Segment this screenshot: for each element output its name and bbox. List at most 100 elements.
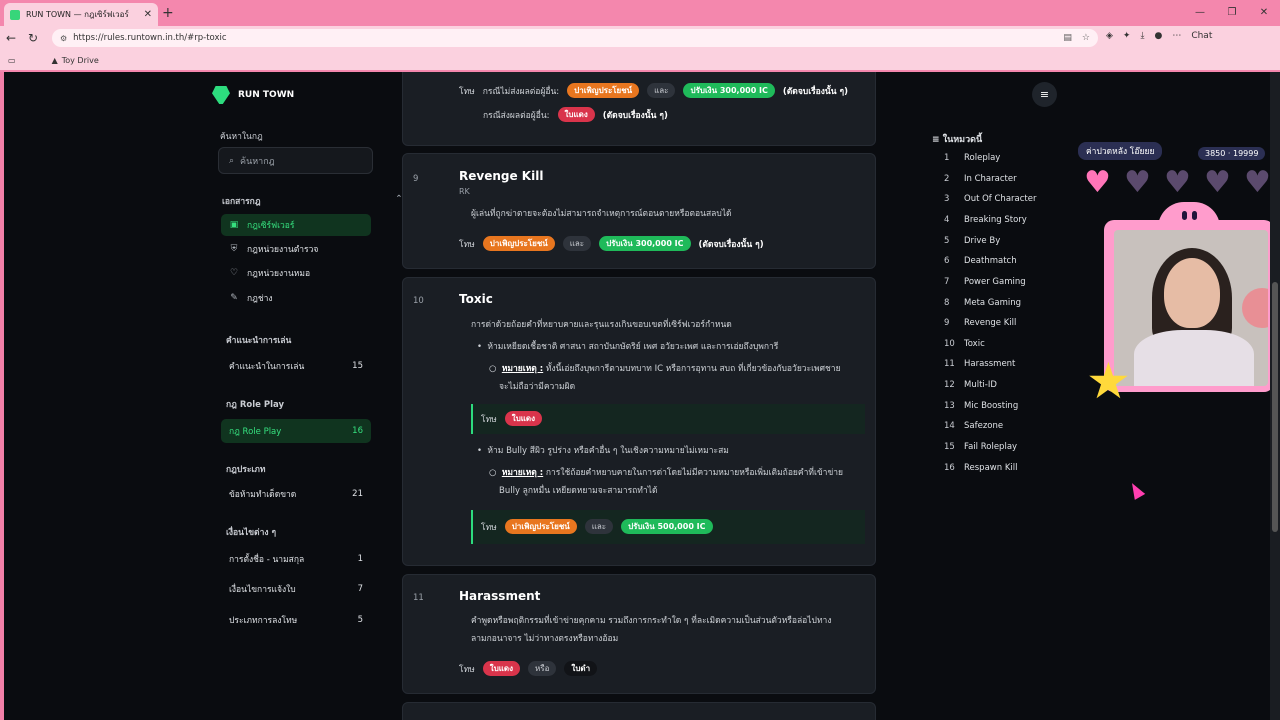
menu-dots-icon[interactable]: ⋯ <box>1172 31 1181 41</box>
toc-item[interactable]: 4 Breaking Story <box>944 215 1027 225</box>
profile-icon[interactable]: ● <box>1154 31 1162 41</box>
site-info-icon[interactable]: ⚙ <box>60 34 67 43</box>
toc-item[interactable]: 3 Out Of Character <box>944 194 1036 204</box>
address-bar[interactable]: ⚙ https://rules.runtown.in.th/#rp-toxic … <box>52 29 1098 47</box>
toc-item[interactable]: 6 Deathmatch <box>944 256 1017 266</box>
book-icon: ▣ <box>229 220 239 230</box>
toc-item[interactable]: 12 Multi-ID <box>944 380 997 390</box>
downloads-icon[interactable]: ⤓ <box>1140 31 1144 41</box>
doc-section-title: เอกสารกฎ <box>222 197 261 207</box>
sidebar-item-mechanic-rules[interactable]: ✎ กฎช่าง <box>221 287 371 309</box>
overlay-score: 3850 · 19999 <box>1198 147 1266 160</box>
note-text-cont: จะไม่ถือว่ามีความผิด <box>499 382 576 392</box>
count-badge: 21 <box>352 489 363 499</box>
bookmark-star-icon[interactable]: ☆ <box>1082 33 1090 43</box>
toc-label: Roleplay <box>964 153 1001 163</box>
star-icon: ★ <box>1086 352 1131 410</box>
toc-number: 15 <box>944 442 955 452</box>
note-text-cont: Bully ลูกหมื่น เหยียดหยามจะสามารถทำได้ <box>499 486 658 496</box>
minimize-icon[interactable]: — <box>1184 0 1216 24</box>
doc-section-header[interactable]: เอกสารกฎ ⌃ <box>222 194 403 208</box>
tab-search-icon[interactable]: ▭ <box>8 56 16 65</box>
note-item: ○ หมายเหตุ : ทั้งนี้เอ่ยถึงบุพการีตามบทบ… <box>489 364 841 374</box>
toc-label: Respawn Kill <box>964 463 1018 473</box>
sidebar-item-medic-rules[interactable]: ♡ กฎหน่วยงานหมอ <box>221 262 371 284</box>
close-tab-icon[interactable]: ✕ <box>144 9 152 20</box>
wrench-icon: ✎ <box>230 293 238 303</box>
note-text: ทั้งนี้เอ่ยถึงบุพการีตามบทบาท IC หรือการ… <box>545 364 841 374</box>
penalty-pill: ใบแดง <box>557 107 595 122</box>
rule-card-toxic: 10 Toxic การด่าด้วยถ้อยคำที่หยาบคายและรุ… <box>402 277 876 566</box>
logo-icon <box>212 86 230 104</box>
toc-item[interactable]: 14 Safezone <box>944 421 1003 431</box>
sidebar-item-server-rules[interactable]: ▣ กฎเซิร์ฟเวอร์ <box>221 214 371 236</box>
reload-icon[interactable]: ↻ <box>22 31 44 45</box>
toc-item[interactable]: 1 Roleplay <box>944 153 1000 163</box>
browser-tab[interactable]: RUN TOWN — กฎเซิร์ฟเวอร์ ✕ <box>4 3 158 26</box>
chat-button[interactable]: Chat <box>1191 31 1212 41</box>
sidebar-item-report-conditions[interactable]: เงื่อนไขการแจ้งใบ 7 <box>221 578 371 600</box>
toc-item[interactable]: 16 Respawn Kill <box>944 463 1018 473</box>
toc-number: 8 <box>944 298 950 308</box>
close-window-icon[interactable]: ✕ <box>1248 0 1280 24</box>
connector-pill: และ <box>647 83 676 98</box>
toc-item[interactable]: 2 In Character <box>944 174 1017 184</box>
penalty-box: โทษ ปาเพิญประโยชน์ และ ปรับเงิน 500,000 … <box>471 510 865 544</box>
toc-item[interactable]: 13 Mic Boosting <box>944 401 1018 411</box>
toc-label: Drive By <box>964 236 1001 246</box>
sidebar-item-label: การตั้งชื่อ - นามสกุล <box>229 555 305 565</box>
extension-icon[interactable]: ◈ <box>1106 31 1113 41</box>
sidebar-item-police-rules[interactable]: ⛨ กฎหน่วยงานตำรวจ <box>221 238 371 260</box>
penalty-pill: ปรับเงิน 500,000 IC <box>621 519 713 534</box>
menu-toggle-button[interactable]: ≡ <box>1032 82 1057 107</box>
sidebar-item-roleplay[interactable]: กฎ Role Play 16 <box>221 419 371 443</box>
bookmark-item[interactable]: ▲ Toy Drive <box>52 56 99 65</box>
scrollbar-thumb[interactable] <box>1272 282 1278 532</box>
penalty-pill: ปาเพิญประโยชน์ <box>567 83 640 98</box>
toc-number: 5 <box>944 236 950 246</box>
rule-card-harassment: 11 Harassment คำพูดหรือพฤติกรรมที่เข้าข่… <box>402 574 876 694</box>
toc-item[interactable]: 9 Revenge Kill <box>944 318 1016 328</box>
brand[interactable]: RUN TOWN <box>212 86 294 104</box>
heart-filled-icon: ♥ <box>1084 165 1111 200</box>
toc-item[interactable]: 5 Drive By <box>944 236 1000 246</box>
toc-item[interactable]: 10 Toxic <box>944 339 985 349</box>
penalty-label: โทษ <box>481 414 497 425</box>
penalty-row: โทษ ใบแดง หรือ ใบดำ <box>459 661 598 676</box>
new-tab-button[interactable]: + <box>162 5 174 21</box>
tab-bar: RUN TOWN — กฎเซิร์ฟเวอร์ ✕ + — ❐ ✕ <box>0 0 1280 26</box>
connector-pill: หรือ <box>528 661 557 676</box>
count-badge: 5 <box>357 615 363 625</box>
favicon-icon <box>10 9 20 20</box>
penalty-row: โทษ กรณีไม่ส่งผลต่อผู้อื่น: ปาเพิญประโยช… <box>459 83 848 98</box>
maximize-icon[interactable]: ❐ <box>1216 0 1248 24</box>
eye-icon <box>1192 211 1197 220</box>
rule-description: ผู้เล่นที่ถูกฆ่าตายจะต้องไม่สามารถจำเหตุ… <box>471 209 732 219</box>
toc-label: Deathmatch <box>964 256 1017 266</box>
group-title: กฎประเภท <box>226 465 266 475</box>
page-scrollbar[interactable] <box>1270 72 1280 720</box>
sidebar-item-naming[interactable]: การตั้งชื่อ - นามสกุล 1 <box>221 548 371 570</box>
puzzle-icon[interactable]: ✦ <box>1123 31 1131 41</box>
toc-number: 10 <box>944 339 955 349</box>
toc-item[interactable]: 7 Power Gaming <box>944 277 1026 287</box>
reader-icon[interactable]: ▤ <box>1063 33 1072 43</box>
note-label: หมายเหตุ : <box>501 364 544 374</box>
toc-item[interactable]: 11 Harassment <box>944 359 1015 369</box>
rule-card-revenge-kill: 9 Revenge Kill RK ผู้เล่นที่ถูกฆ่าตายจะต… <box>402 153 876 269</box>
back-icon[interactable]: ← <box>0 31 22 45</box>
sidebar-item-punishment-types[interactable]: ประเภทการลงโทษ 5 <box>221 609 371 631</box>
shield-icon: ⛨ <box>230 244 238 254</box>
toc-number: 16 <box>944 463 955 473</box>
sidebar-item-prohibited[interactable]: ข้อห้ามทำเด็ดขาด 21 <box>221 483 371 505</box>
browser-chrome: RUN TOWN — กฎเซิร์ฟเวอร์ ✕ + — ❐ ✕ ← ↻ ⚙… <box>0 0 1280 72</box>
bookmark-label: Toy Drive <box>61 55 99 65</box>
penalty-label: โทษ <box>459 239 475 250</box>
sidebar-item-guide[interactable]: คำแนะนำในการเล่น 15 <box>221 355 371 377</box>
search-input[interactable]: ⌕ ค้นหากฎ <box>218 147 373 174</box>
tab-title: RUN TOWN — กฎเซิร์ฟเวอร์ <box>26 10 129 19</box>
bullet-item: • ห้ามเหยียดเชื้อชาติ ศาสนา สถาบันกษัตริ… <box>477 342 779 352</box>
toc-item[interactable]: 15 Fail Roleplay <box>944 442 1017 452</box>
toc-label: Fail Roleplay <box>964 442 1018 452</box>
toc-item[interactable]: 8 Meta Gaming <box>944 298 1021 308</box>
